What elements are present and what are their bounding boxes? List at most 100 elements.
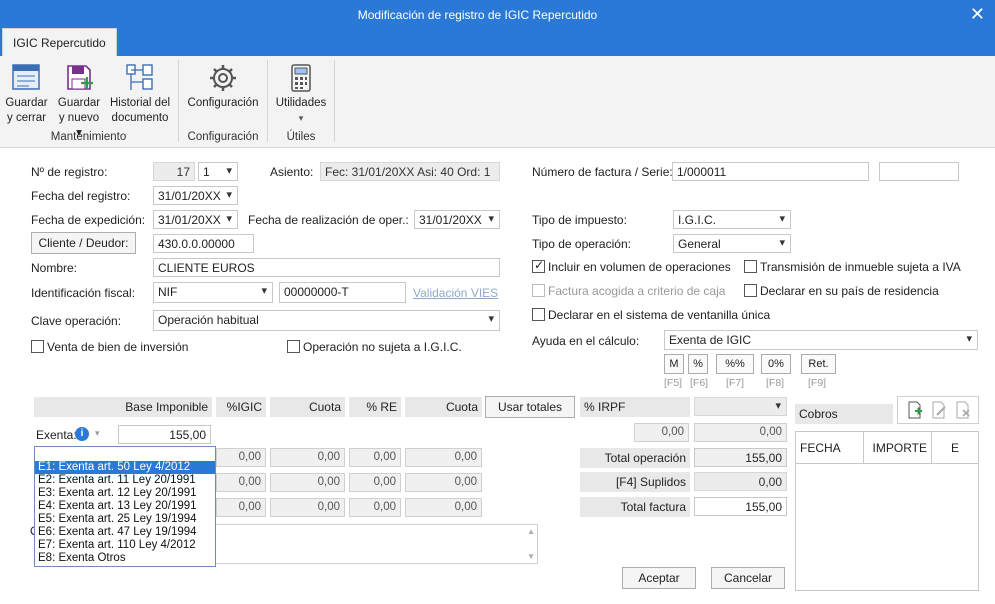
utilities-button[interactable]: Utilidades ▾: [272, 62, 330, 126]
registro-serie-select[interactable]: 1: [198, 162, 238, 181]
tipo-impuesto-label: Tipo de impuesto:: [532, 213, 627, 227]
idfiscal-type-select[interactable]: NIF: [153, 282, 273, 303]
scroll-up-icon[interactable]: ▲: [527, 527, 535, 536]
observaciones-textarea[interactable]: ▲ ▼: [215, 524, 538, 564]
dropdown-option-e4[interactable]: E4: Exenta art. 13 Ley 20/1991: [35, 500, 215, 513]
cobros-col-fecha: FECHA: [796, 432, 864, 464]
registro-number-field[interactable]: 17: [153, 162, 195, 181]
delete-document-icon[interactable]: [954, 401, 972, 419]
dropdown-option-e3[interactable]: E3: Exenta art. 12 Ley 20/1991: [35, 487, 215, 500]
row2-cuota-re[interactable]: 0,00: [405, 473, 482, 492]
calc-double-percent-button[interactable]: %%: [716, 354, 754, 374]
irpf-select[interactable]: [694, 397, 787, 416]
exenta-dropdown-list[interactable]: E1: Exenta art. 50 Ley 4/2012 E2: Exenta…: [34, 446, 216, 567]
new-document-icon[interactable]: [906, 401, 924, 419]
suplidos-value[interactable]: 0,00: [694, 472, 787, 491]
registro-label: Nº de registro:: [31, 165, 108, 179]
edit-document-icon[interactable]: [930, 401, 948, 419]
transmision-checkbox[interactable]: [744, 260, 757, 273]
idfiscal-label: Identificación fiscal:: [31, 286, 136, 300]
close-icon[interactable]: ✕: [970, 4, 985, 25]
tipo-operacion-select[interactable]: General: [673, 234, 791, 253]
cancelar-button[interactable]: Cancelar: [711, 567, 785, 589]
factura-number-field[interactable]: 1/000011: [672, 162, 869, 181]
fecha-registro-field[interactable]: 31/01/20XX: [153, 186, 238, 205]
calc-ret-button[interactable]: Ret.: [801, 354, 836, 374]
cobros-table[interactable]: FECHA IMPORTE E: [795, 431, 979, 591]
dropdown-option-e7[interactable]: E7: Exenta art. 110 Ley 4/2012: [35, 539, 215, 552]
dropdown-option-e8[interactable]: E8: Exenta Otros: [35, 552, 215, 565]
fecha-expedicion-field[interactable]: 31/01/20XX: [153, 210, 238, 229]
row3-pigic[interactable]: 0,00: [216, 498, 266, 517]
cobros-col-importe: IMPORTE: [864, 432, 932, 464]
calc-percent-button[interactable]: %: [688, 354, 708, 374]
nombre-field[interactable]: CLIENTE EUROS: [153, 258, 500, 277]
ribbon-separator: [334, 60, 335, 142]
dropdown-empty-option[interactable]: [35, 447, 215, 461]
history-button[interactable]: Historial del documento: [107, 62, 173, 126]
total-factura-label: Total factura: [580, 497, 690, 517]
cliente-account-field[interactable]: 430.0.0.00000: [153, 234, 254, 253]
row1-pre[interactable]: 0,00: [349, 448, 401, 467]
transmision-label: Transmisión de inmueble sujeta a IVA: [760, 260, 961, 274]
save-close-button[interactable]: Guardar y cerrar: [4, 62, 49, 126]
window-title: Modificación de registro de IGIC Repercu…: [357, 8, 598, 22]
vies-link[interactable]: Validación VIES: [413, 286, 498, 300]
save-new-icon: [67, 65, 93, 90]
clave-select[interactable]: Operación habitual: [153, 310, 500, 331]
col-base-imponible: Base Imponible: [34, 397, 212, 417]
row1-cuota[interactable]: 0,00: [270, 448, 345, 467]
row2-cuota[interactable]: 0,00: [270, 473, 345, 492]
suplidos-label: [F4] Suplidos: [580, 472, 690, 492]
dropdown-option-e2[interactable]: E2: Exenta art. 11 Ley 20/1991: [35, 474, 215, 487]
dropdown-option-e5[interactable]: E5: Exenta art. 25 Ley 19/1994: [35, 513, 215, 526]
op-no-sujeta-label: Operación no sujeta a I.G.I.C.: [303, 340, 462, 354]
incluir-volumen-label: Incluir en volumen de operaciones: [548, 260, 731, 274]
utilities-chevron-icon: ▾: [298, 113, 304, 123]
calculator-icon: [291, 64, 311, 92]
row2-pre[interactable]: 0,00: [349, 473, 401, 492]
calc-m-button[interactable]: M: [664, 354, 684, 374]
irpf-amount-field[interactable]: 0,00: [694, 423, 787, 442]
group-mantenimiento: Mantenimiento: [50, 131, 127, 143]
calc-key-f9: [F9]: [808, 377, 827, 389]
save-new-button[interactable]: Guardar y nuevo ▾: [55, 62, 103, 141]
declarar-pais-label: Declarar en su país de residencia: [760, 284, 939, 298]
ayuda-calculo-label: Ayuda en el cálculo:: [532, 334, 640, 348]
exenta-base-field[interactable]: 155,00: [118, 425, 211, 444]
history-label-1: Historial del: [109, 97, 171, 109]
dropdown-option-e1[interactable]: E1: Exenta art. 50 Ley 4/2012: [35, 461, 215, 474]
aceptar-button[interactable]: Aceptar: [622, 567, 696, 589]
row1-pigic[interactable]: 0,00: [216, 448, 266, 467]
col-pirpf: % IRPF: [580, 397, 690, 417]
factura-serie-field[interactable]: [879, 162, 959, 181]
cobros-title: Cobros: [795, 404, 893, 424]
incluir-volumen-checkbox[interactable]: [532, 258, 545, 273]
fecha-realizacion-field[interactable]: 31/01/20XX: [414, 210, 500, 229]
dropdown-option-e6[interactable]: E6: Exenta art. 47 Ley 19/1994: [35, 526, 215, 539]
group-utiles: Útiles: [286, 131, 316, 143]
group-configuracion: Configuración: [187, 131, 259, 143]
info-icon[interactable]: i: [75, 427, 89, 441]
ayuda-calculo-select[interactable]: Exenta de IGIC: [664, 330, 978, 350]
row3-cuota-re[interactable]: 0,00: [405, 498, 482, 517]
op-no-sujeta-checkbox[interactable]: [287, 340, 300, 353]
cliente-deudor-button[interactable]: Cliente / Deudor:: [31, 232, 136, 254]
declarar-pais-checkbox[interactable]: [744, 284, 757, 297]
tipo-impuesto-select[interactable]: I.G.I.C.: [673, 210, 791, 229]
row2-pigic[interactable]: 0,00: [216, 473, 266, 492]
declarar-ventanilla-checkbox[interactable]: [532, 308, 545, 321]
col-pre: % RE: [349, 397, 401, 417]
scroll-down-icon[interactable]: ▼: [527, 552, 535, 561]
idfiscal-value-field[interactable]: 00000000-T: [279, 282, 406, 303]
exenta-chevron-icon[interactable]: ▾: [95, 428, 100, 439]
config-button[interactable]: Configuración: [184, 62, 262, 111]
irpf-percent-field[interactable]: 0,00: [634, 423, 689, 442]
row3-cuota[interactable]: 0,00: [270, 498, 345, 517]
calc-zero-percent-button[interactable]: 0%: [761, 354, 791, 374]
row1-cuota-re[interactable]: 0,00: [405, 448, 482, 467]
venta-bien-checkbox[interactable]: [31, 340, 44, 353]
usar-totales-button[interactable]: Usar totales: [485, 396, 575, 418]
tab-igic-repercutido[interactable]: IGIC Repercutido: [2, 28, 117, 56]
row3-pre[interactable]: 0,00: [349, 498, 401, 517]
